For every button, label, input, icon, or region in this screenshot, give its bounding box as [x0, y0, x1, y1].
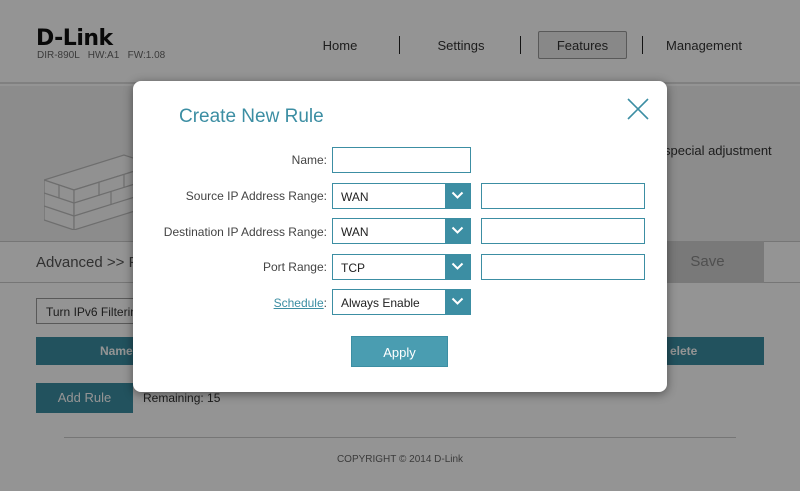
source-ip-select[interactable]: WAN [332, 183, 471, 209]
destination-ip-range-input[interactable] [481, 218, 645, 244]
port-range-label: Port Range: [262, 260, 327, 274]
chevron-down-icon[interactable] [445, 184, 470, 208]
chevron-down-icon[interactable] [445, 255, 470, 279]
schedule-label-wrapper: Schedule: [274, 296, 327, 310]
source-ip-range-input[interactable] [481, 183, 645, 209]
schedule-colon: : [323, 296, 327, 310]
source-ip-label: Source IP Address Range: [185, 189, 327, 203]
port-protocol-select-value: TCP [341, 261, 365, 275]
schedule-select[interactable]: Always Enable [332, 289, 471, 315]
name-input[interactable] [332, 147, 471, 173]
create-rule-dialog: Create New Rule Name: Source IP Address … [133, 81, 667, 392]
chevron-down-icon[interactable] [445, 290, 470, 314]
destination-ip-label: Destination IP Address Range: [163, 225, 327, 239]
schedule-select-value: Always Enable [341, 296, 420, 310]
source-ip-select-value: WAN [341, 190, 369, 204]
schedule-link[interactable]: Schedule [274, 296, 324, 310]
destination-ip-select[interactable]: WAN [332, 218, 471, 244]
port-range-input[interactable] [481, 254, 645, 280]
close-icon[interactable] [626, 97, 650, 121]
port-protocol-select[interactable]: TCP [332, 254, 471, 280]
chevron-down-icon[interactable] [445, 219, 470, 243]
destination-ip-select-value: WAN [341, 225, 369, 239]
apply-button[interactable]: Apply [351, 336, 448, 367]
name-label: Name: [291, 153, 327, 167]
dialog-title: Create New Rule [179, 106, 324, 127]
